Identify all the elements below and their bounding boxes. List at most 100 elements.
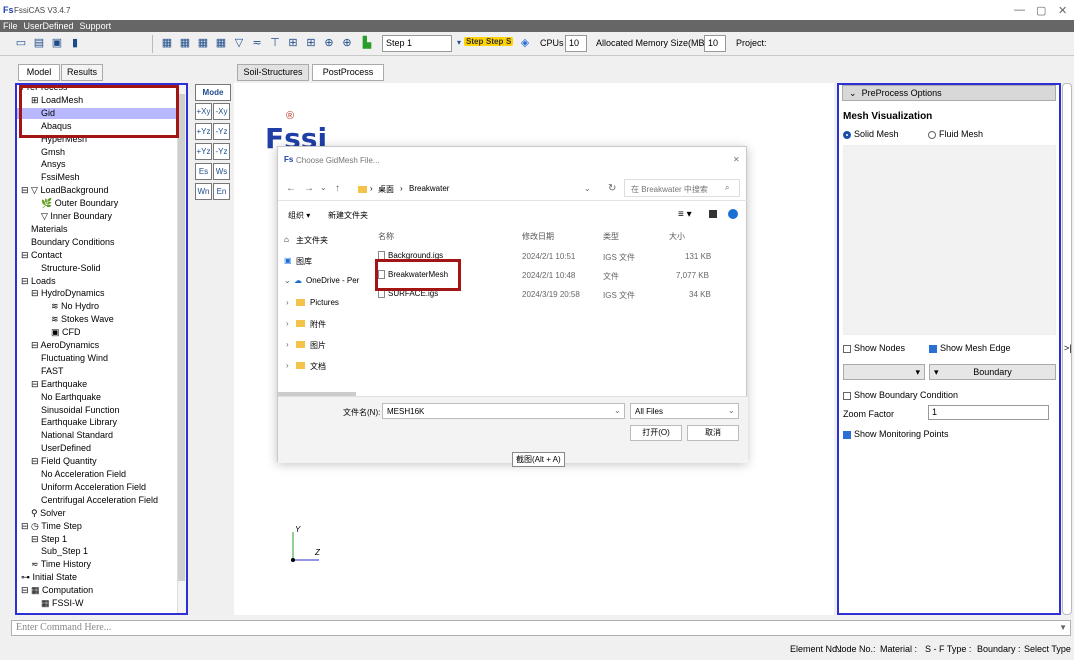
tree-item[interactable]: Uniform Acceleration Field <box>17 482 177 494</box>
tree-item[interactable]: ⊟ ▦ Computation <box>17 585 177 597</box>
show-mesh-edge-checkbox[interactable]: Show Mesh Edge <box>929 343 1011 353</box>
step-badge[interactable]: Step <box>484 37 506 46</box>
time-history-icon[interactable]: ≂ <box>250 36 264 50</box>
chevron-down-icon[interactable]: ⌄ <box>284 276 291 285</box>
save-icon[interactable]: ▣ <box>50 36 64 50</box>
tree-item[interactable]: ≋ No Hydro <box>17 301 177 313</box>
chevron-down-icon[interactable]: ⌄ <box>614 406 621 415</box>
tab-postprocess[interactable]: PostProcess <box>312 64 384 81</box>
nav-home[interactable]: 主文件夹 <box>296 235 328 246</box>
fluid-mesh-radio[interactable]: Fluid Mesh <box>928 129 983 139</box>
tree-scrollbar[interactable] <box>177 85 186 613</box>
tree-item[interactable]: Sinusoidal Function <box>17 405 177 417</box>
tree-item[interactable]: Earthquake Library <box>17 417 177 429</box>
compute-icon[interactable]: ⊕ <box>340 36 354 50</box>
view-button[interactable]: Es <box>195 163 212 180</box>
open-file-icon[interactable]: ▤ <box>32 36 46 50</box>
back-icon[interactable]: ← <box>286 183 296 194</box>
organize-button[interactable]: 组织 ▾ <box>288 210 310 221</box>
minimize-icon[interactable]: — <box>1014 4 1025 16</box>
compute-icon[interactable]: ⊕ <box>322 36 336 50</box>
step-select[interactable]: Step 1 <box>382 35 452 52</box>
load-icon[interactable]: ⊞ <box>304 36 318 50</box>
load-icon[interactable]: ⊞ <box>286 36 300 50</box>
zoom-factor-input[interactable]: 1 <box>928 405 1049 420</box>
path-desktop[interactable]: 桌面 <box>378 184 394 195</box>
dialog-close-icon[interactable]: ✕ <box>733 155 740 164</box>
mesh-list[interactable] <box>843 145 1056 335</box>
nav-gallery[interactable]: 图库 <box>296 256 312 267</box>
mode-button[interactable]: Mode <box>195 84 231 101</box>
nav-onedrive[interactable]: OneDrive - Per <box>306 276 359 285</box>
tree-item[interactable]: ⊟ Step 1 <box>17 534 177 546</box>
tree-item[interactable]: ▣ CFD <box>17 327 177 339</box>
memory-input[interactable]: 10 <box>704 35 726 52</box>
view-button[interactable]: -Yz <box>213 123 230 140</box>
show-monitoring-checkbox[interactable]: Show Monitoring Points <box>843 429 949 439</box>
menu-support[interactable]: Support <box>77 20 115 31</box>
tree-item[interactable]: Fluctuating Wind <box>17 353 177 365</box>
cpus-input[interactable]: 10 <box>565 35 587 52</box>
cancel-button[interactable]: 取消 <box>687 425 739 441</box>
col-name[interactable]: 名称 <box>378 231 394 242</box>
chevron-down-icon[interactable]: ⌄ <box>584 184 591 193</box>
tree-item[interactable]: Sub_Step 1 <box>17 546 177 558</box>
new-folder-button[interactable]: 新建文件夹 <box>328 210 368 221</box>
view-button[interactable]: -Xy <box>213 103 230 120</box>
tree-item[interactable]: Centrifugal Acceleration Field <box>17 495 177 507</box>
show-boundary-checkbox[interactable]: Show Boundary Condition <box>843 390 958 400</box>
tab-soil-structures[interactable]: Soil-Structures <box>237 64 309 81</box>
view-button[interactable]: +Yz <box>195 123 212 140</box>
refresh-icon[interactable]: ↻ <box>608 183 616 194</box>
path-breakwater[interactable]: Breakwater <box>409 184 449 193</box>
tree-item[interactable]: Ansys <box>17 159 177 171</box>
view-button[interactable]: Wn <box>195 183 212 200</box>
panel-header[interactable]: ⌄ PreProcess Options <box>842 85 1056 101</box>
tree-item[interactable]: FssiMesh <box>17 172 177 184</box>
chevron-right-icon[interactable]: › <box>286 361 289 370</box>
filter-select[interactable]: All Files ⌄ <box>630 403 739 419</box>
search-input[interactable]: 在 Breakwater 中搜索 <box>631 184 708 195</box>
menu-userdefined[interactable]: UserDefined <box>21 20 77 31</box>
tree-item[interactable]: FAST <box>17 366 177 378</box>
view-button[interactable]: +Xy <box>195 103 212 120</box>
tree-item[interactable]: ≂ Time History <box>17 559 177 571</box>
boundary-icon[interactable]: ▽ <box>232 36 246 50</box>
panel-icon[interactable]: ▮ <box>68 36 82 50</box>
tree-item[interactable]: Structure-Solid <box>17 263 177 275</box>
chevron-down-icon[interactable]: ⌄ <box>728 406 735 415</box>
view-button[interactable]: Ws <box>213 163 230 180</box>
tree-item[interactable]: Gmsh <box>17 147 177 159</box>
tree-item[interactable]: ⊟ Loads <box>17 276 177 288</box>
tree-item[interactable]: ⊟ Earthquake <box>17 379 177 391</box>
view-button[interactable]: -Yz <box>213 143 230 160</box>
tree-item[interactable]: UserDefined <box>17 443 177 455</box>
tree-item[interactable]: ⊟ HydroDynamics <box>17 288 177 300</box>
nav-attachments[interactable]: 附件 <box>310 319 326 330</box>
tree-item[interactable]: ▦ FSSI-W <box>17 598 177 610</box>
tree-item[interactable]: Boundary Conditions <box>17 237 177 249</box>
preview-pane-icon[interactable] <box>709 210 717 218</box>
export-icon[interactable]: ▙ <box>360 36 374 50</box>
tree-item[interactable]: ⊟ Contact <box>17 250 177 262</box>
grid-edit-icon[interactable]: ▦ <box>214 36 228 50</box>
tab-model[interactable]: Model <box>18 64 60 81</box>
tree-item[interactable]: ⊶ Initial State <box>17 572 177 584</box>
boundary-button[interactable]: ▾ Boundary <box>929 364 1056 380</box>
chevron-right-icon[interactable]: › <box>286 319 289 328</box>
tree-item[interactable]: ≋ Stokes Wave <box>17 314 177 326</box>
step-badge[interactable]: S <box>504 37 514 46</box>
solid-mesh-radio[interactable]: Solid Mesh <box>843 129 899 139</box>
col-date[interactable]: 修改日期 <box>522 231 554 242</box>
tab-results[interactable]: Results <box>61 64 103 81</box>
grid-icon[interactable]: ▦ <box>178 36 192 50</box>
close-icon[interactable]: ✕ <box>1058 4 1067 17</box>
nav-documents[interactable]: 文档 <box>310 361 326 372</box>
forward-icon[interactable]: → <box>304 183 314 194</box>
grid-icon[interactable]: ▦ <box>160 36 174 50</box>
view-button[interactable]: En <box>213 183 230 200</box>
help-icon[interactable] <box>728 209 738 219</box>
new-file-icon[interactable]: ▭ <box>14 36 28 50</box>
pile-icon[interactable]: ⊤ <box>268 36 282 50</box>
tree-item[interactable]: ⊟ AeroDynamics <box>17 340 177 352</box>
